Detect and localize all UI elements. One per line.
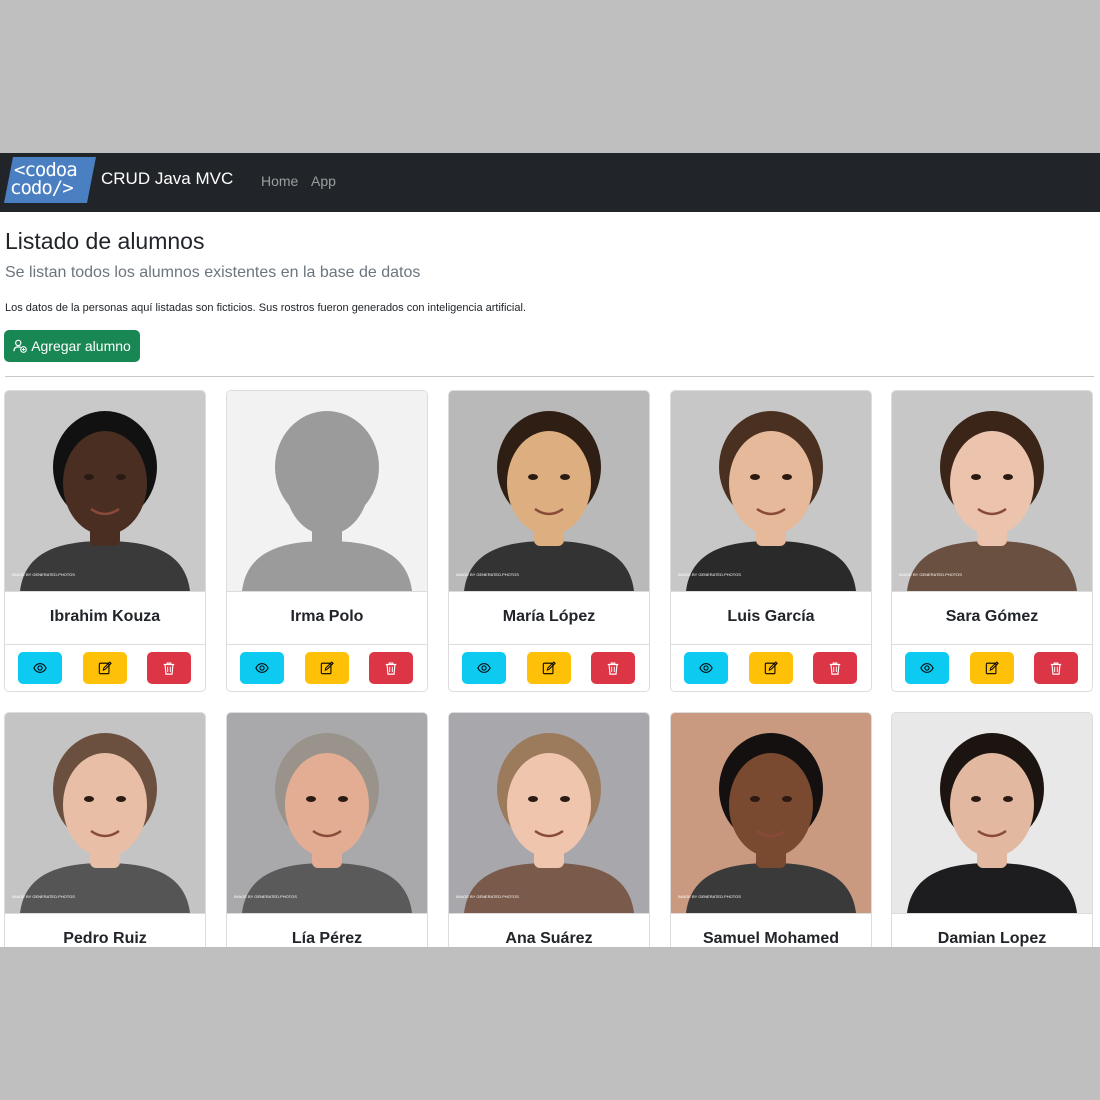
navbar-brand[interactable]: CRUD Java MVC [101,169,233,189]
student-photo[interactable]: IMAGE BY GENERATED.PHOTOS [449,713,649,913]
photo-watermark: IMAGE BY GENERATED.PHOTOS [12,572,75,577]
delete-student-button[interactable] [1034,652,1078,684]
portrait-image [227,713,427,913]
portrait-image [5,391,205,591]
delete-student-button[interactable] [591,652,635,684]
portrait-image [227,391,427,591]
photo-watermark: IMAGE BY GENERATED.PHOTOS [678,572,741,577]
student-name: Lía Pérez [227,913,427,947]
eye-icon [255,663,269,673]
page-title: Listado de alumnos [5,228,205,254]
photo-watermark: IMAGE BY GENERATED.PHOTOS [678,894,741,899]
card-actions [892,645,1092,691]
trash-icon [829,662,841,675]
view-student-button[interactable] [18,652,62,684]
add-student-button[interactable]: Agregar alumno [4,330,140,362]
photo-watermark: IMAGE BY GENERATED.PHOTOS [12,894,75,899]
pencil-square-icon [542,661,556,675]
delete-student-button[interactable] [147,652,191,684]
student-card: IMAGE BY GENERATED.PHOTOS Pedro Ruiz [4,712,206,947]
student-name: Sara Gómez [892,591,1092,645]
codoacodo-logo[interactable]: <codoa codo/> [4,157,96,203]
portrait-image [671,713,871,913]
nav-link-app[interactable]: App [311,173,336,189]
view-student-button[interactable] [905,652,949,684]
photo-watermark: IMAGE BY GENERATED.PHOTOS [456,894,519,899]
student-card: Damian Lopez [891,712,1093,947]
portrait-image [671,391,871,591]
student-card: IMAGE BY GENERATED.PHOTOS María López [448,390,650,692]
portrait-image [892,713,1092,913]
card-actions [5,645,205,691]
eye-icon [920,663,934,673]
portrait-image [449,713,649,913]
pencil-square-icon [320,661,334,675]
disclaimer-text: Los datos de la personas aquí listadas s… [5,302,526,314]
edit-student-button[interactable] [83,652,127,684]
pencil-square-icon [985,661,999,675]
student-card: IMAGE BY GENERATED.PHOTOS Luis García [670,390,872,692]
view-student-button[interactable] [684,652,728,684]
student-name: Samuel Mohamed [671,913,871,947]
nav-link-home[interactable]: Home [261,173,298,189]
eye-icon [477,663,491,673]
pencil-square-icon [98,661,112,675]
delete-student-button[interactable] [369,652,413,684]
trash-icon [385,662,397,675]
edit-student-button[interactable] [749,652,793,684]
eye-icon [33,663,47,673]
student-name: Damian Lopez [892,913,1092,947]
trash-icon [1050,662,1062,675]
trash-icon [607,662,619,675]
photo-watermark: IMAGE BY GENERATED.PHOTOS [234,894,297,899]
page-lead: Se listan todos los alumnos existentes e… [5,264,421,281]
add-student-label: Agregar alumno [31,338,131,354]
student-card: IMAGE BY GENERATED.PHOTOS Ibrahim Kouza [4,390,206,692]
student-photo[interactable] [227,391,427,591]
eye-icon [699,663,713,673]
pencil-square-icon [764,661,778,675]
student-photo[interactable]: IMAGE BY GENERATED.PHOTOS [671,713,871,913]
navbar: <codoa codo/> CRUD Java MVC Home App [0,153,1100,212]
student-name: Luis García [671,591,871,645]
student-photo[interactable]: IMAGE BY GENERATED.PHOTOS [671,391,871,591]
edit-student-button[interactable] [970,652,1014,684]
student-photo[interactable]: IMAGE BY GENERATED.PHOTOS [449,391,649,591]
edit-student-button[interactable] [527,652,571,684]
card-actions [671,645,871,691]
card-actions [449,645,649,691]
edit-student-button[interactable] [305,652,349,684]
card-actions [227,645,427,691]
logo-line-2: codo/> [10,177,74,199]
student-photo[interactable] [892,713,1092,913]
student-name: Ibrahim Kouza [5,591,205,645]
photo-watermark: IMAGE BY GENERATED.PHOTOS [456,572,519,577]
app-window: <codoa codo/> CRUD Java MVC Home App Lis… [0,153,1100,947]
view-student-button[interactable] [462,652,506,684]
student-photo[interactable]: IMAGE BY GENERATED.PHOTOS [227,713,427,913]
student-name: Pedro Ruiz [5,913,205,947]
student-card: IMAGE BY GENERATED.PHOTOS Lía Pérez [226,712,428,947]
student-card: IMAGE BY GENERATED.PHOTOS Sara Gómez [891,390,1093,692]
student-photo[interactable]: IMAGE BY GENERATED.PHOTOS [892,391,1092,591]
portrait-image [5,713,205,913]
portrait-image [892,391,1092,591]
student-photo[interactable]: IMAGE BY GENERATED.PHOTOS [5,391,205,591]
student-name: María López [449,591,649,645]
student-card: IMAGE BY GENERATED.PHOTOS Samuel Mohamed [670,712,872,947]
delete-student-button[interactable] [813,652,857,684]
student-card: Irma Polo [226,390,428,692]
logo-text: <codoa codo/> [4,157,96,203]
student-name: Irma Polo [227,591,427,645]
portrait-image [449,391,649,591]
view-student-button[interactable] [240,652,284,684]
student-name: Ana Suárez [449,913,649,947]
trash-icon [163,662,175,675]
divider [5,376,1094,377]
photo-watermark: IMAGE BY GENERATED.PHOTOS [899,572,962,577]
person-add-icon [13,339,28,353]
student-photo[interactable]: IMAGE BY GENERATED.PHOTOS [5,713,205,913]
student-card: IMAGE BY GENERATED.PHOTOS Ana Suárez [448,712,650,947]
